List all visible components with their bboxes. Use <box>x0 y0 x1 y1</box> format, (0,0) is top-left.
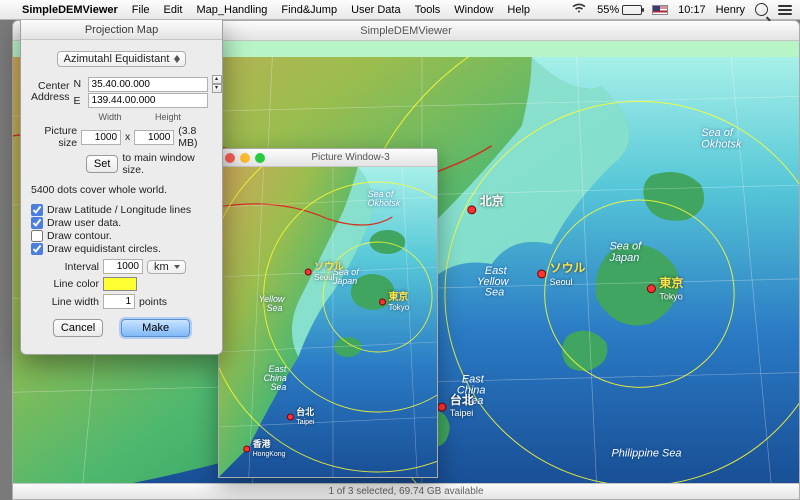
app-menu[interactable]: SimpleDEMViewer <box>22 4 118 16</box>
lon-prefix: E <box>74 95 84 107</box>
picture-window[interactable]: Picture Window-3 Sea ofOkhotsk Sea ofJap… <box>218 148 438 478</box>
status-bar: 1 of 3 selected, 69.74 GB available <box>13 483 799 499</box>
make-button[interactable]: Make <box>121 319 190 337</box>
cb-userdata[interactable] <box>31 217 43 229</box>
zoom-icon[interactable] <box>255 153 265 163</box>
svg-text:Seoul: Seoul <box>314 273 334 282</box>
wifi-icon[interactable] <box>571 2 587 17</box>
svg-text:台北: 台北 <box>296 406 314 417</box>
menu-edit[interactable]: Edit <box>164 4 183 16</box>
city-beijing: 北京 <box>480 194 504 208</box>
menu-window[interactable]: Window <box>454 4 493 16</box>
philippine-sea-label: Philippine Sea <box>611 447 681 459</box>
height-field[interactable] <box>134 130 174 145</box>
line-width-label: Line width <box>47 296 99 308</box>
height-label: Height <box>148 112 188 122</box>
interval-label: Interval <box>47 261 99 273</box>
menu-map-handling[interactable]: Map_Handling <box>196 4 267 16</box>
sea-of-japan-label: Sea of <box>609 240 642 252</box>
cb-latlon-label: Draw Latitude / Longitude lines <box>47 204 191 216</box>
menu-help[interactable]: Help <box>507 4 530 16</box>
battery-pct: 55% <box>597 4 619 16</box>
city-tokyo-cjk: 東京 <box>658 276 683 290</box>
city-seoul-cjk: ソウル <box>550 261 586 275</box>
center-stepper[interactable]: ▴▾ <box>212 75 222 93</box>
width-label: Width <box>90 112 130 122</box>
cb-contour[interactable] <box>31 230 43 242</box>
svg-text:ソウル: ソウル <box>314 261 344 273</box>
center-address-label: CenterAddress <box>31 81 70 103</box>
center-lat-field[interactable] <box>88 77 208 92</box>
interval-field[interactable] <box>103 259 143 274</box>
cb-circles-label: Draw equidistant circles. <box>47 243 161 255</box>
menu-file[interactable]: File <box>132 4 150 16</box>
cb-latlon[interactable] <box>31 204 43 216</box>
city-seoul: Seoul <box>550 277 573 287</box>
cb-contour-label: Draw contour. <box>47 230 112 242</box>
close-icon[interactable] <box>225 153 235 163</box>
interval-unit-select[interactable]: km <box>147 260 186 274</box>
cb-circles[interactable] <box>31 243 43 255</box>
sea-of-okhotsk-label: Sea of <box>701 127 734 139</box>
dots-note: 5400 dots cover whole world. <box>31 184 212 196</box>
spotlight-icon[interactable] <box>755 3 768 16</box>
svg-text:東京: 東京 <box>388 290 408 303</box>
svg-text:Tokyo: Tokyo <box>388 303 409 312</box>
picture-size-label: Picture size <box>31 125 77 149</box>
width-field[interactable] <box>81 130 121 145</box>
center-lon-field[interactable] <box>88 93 208 108</box>
city-taipei-cjk: 台北 <box>450 393 474 407</box>
set-button[interactable]: Set <box>86 155 119 173</box>
lat-prefix: N <box>74 78 84 90</box>
clock[interactable]: 10:17 <box>678 4 706 16</box>
svg-text:HongKong: HongKong <box>253 451 286 458</box>
svg-text:Sea ofJapan: Sea ofJapan <box>608 240 642 264</box>
input-source-flag-icon[interactable] <box>652 5 668 15</box>
picture-window-titlebar[interactable]: Picture Window-3 <box>219 149 437 167</box>
set-hint: to main window size. <box>122 152 212 176</box>
cb-userdata-label: Draw user data. <box>47 217 121 229</box>
battery-indicator[interactable]: 55% <box>597 4 642 16</box>
projection-map-dialog: Projection Map Azimutahl Equidistant Cen… <box>20 20 223 355</box>
menu-tools[interactable]: Tools <box>415 4 441 16</box>
line-color-label: Line color <box>47 278 99 290</box>
line-width-unit: points <box>139 296 167 308</box>
user-menu[interactable]: Henry <box>716 4 745 16</box>
cancel-button[interactable]: Cancel <box>53 319 103 337</box>
menu-find-jump[interactable]: Find&Jump <box>281 4 337 16</box>
city-tokyo: Tokyo <box>659 292 682 302</box>
dialog-title: Projection Map <box>21 20 222 40</box>
picture-window-canvas[interactable]: Sea ofOkhotsk Sea ofJapan YellowSea East… <box>219 167 437 477</box>
projection-select[interactable]: Azimutahl Equidistant <box>57 51 187 67</box>
menubar-status-area: 55% 10:17 Henry <box>571 2 792 17</box>
svg-text:Taipei: Taipei <box>296 419 315 426</box>
minimize-icon[interactable] <box>240 153 250 163</box>
picture-window-title: Picture Window-3 <box>270 152 431 163</box>
svg-text:香港: 香港 <box>252 438 272 449</box>
size-memo: (3.8 MB) <box>178 125 212 149</box>
line-color-swatch[interactable] <box>103 277 137 291</box>
line-width-field[interactable] <box>103 294 135 309</box>
notification-center-icon[interactable] <box>778 5 792 15</box>
city-taipei: Taipei <box>450 408 473 418</box>
menubar: SimpleDEMViewer File Edit Map_Handling F… <box>0 0 800 20</box>
menu-user-data[interactable]: User Data <box>351 4 401 16</box>
